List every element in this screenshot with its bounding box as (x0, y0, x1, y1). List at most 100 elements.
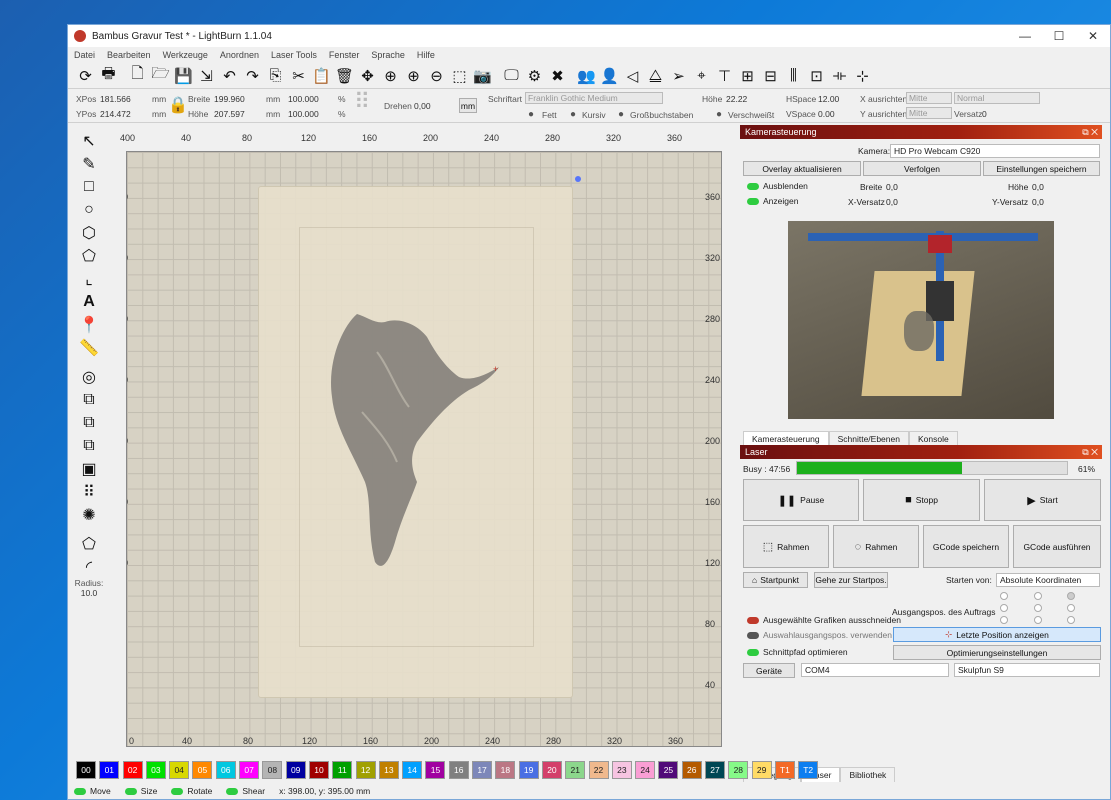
use-selection-origin-toggle[interactable] (747, 632, 759, 640)
origin-radio[interactable] (1067, 604, 1075, 612)
move-icon[interactable]: ✥ (356, 65, 379, 87)
layer-color-19[interactable]: 19 (518, 761, 539, 779)
caps-toggle-icon[interactable]: ● (618, 109, 624, 120)
cut-icon[interactable]: ✂ (287, 65, 310, 87)
layer-color-07[interactable]: 07 (239, 761, 260, 779)
layer-color-08[interactable]: 08 (262, 761, 283, 779)
copy-icon[interactable]: ⎘ (264, 65, 287, 87)
origin-radio[interactable] (1034, 616, 1042, 624)
undo-icon[interactable]: ↶ (218, 65, 241, 87)
text-icon[interactable]: A (68, 290, 110, 313)
layer-color-17[interactable]: 17 (472, 761, 493, 779)
home-button[interactable]: ⌂ Startpunkt (743, 572, 808, 588)
layer-color-T2[interactable]: T2 (798, 761, 819, 779)
shear-toggle[interactable] (226, 787, 239, 795)
origin-radio[interactable] (1034, 592, 1042, 600)
show-toggle[interactable] (747, 198, 759, 206)
menu-edit[interactable]: Bearbeiten (107, 50, 151, 60)
layer-color-11[interactable]: 11 (332, 761, 353, 779)
devices-button[interactable]: Geräte (743, 663, 795, 678)
save-gcode-button[interactable]: GCode speichern (923, 525, 1009, 568)
hspace-value[interactable]: 12.00 (818, 94, 839, 104)
paste-icon[interactable]: 📋 (310, 65, 333, 87)
group-icon[interactable]: 👥 (575, 65, 598, 87)
origin-radio[interactable] (1034, 604, 1042, 612)
font-height-value[interactable]: 22.22 (726, 94, 747, 104)
layer-color-18[interactable]: 18 (495, 761, 516, 779)
position-pin-icon[interactable]: 📍 (68, 313, 110, 336)
polygon-icon[interactable]: ⬡ (68, 221, 110, 244)
tab-camera-control[interactable]: Kamerasteuerung (743, 431, 829, 446)
camera-select[interactable]: HD Pro Webcam C920 (890, 144, 1100, 158)
layer-color-06[interactable]: 06 (215, 761, 236, 779)
layer-color-16[interactable]: 16 (448, 761, 469, 779)
layer-color-10[interactable]: 10 (308, 761, 329, 779)
move-toggle[interactable] (74, 787, 86, 795)
menu-help[interactable]: Hilfe (417, 50, 435, 60)
new-file-icon[interactable]: 🗋 (126, 65, 149, 87)
frame-round-button[interactable]: ◌ Rahmen (833, 525, 919, 568)
rectangle-icon[interactable]: □ (68, 175, 110, 198)
dock-icon[interactable]: ⊡ (805, 65, 828, 87)
layer-color-27[interactable]: 27 (705, 761, 726, 779)
subtract-icon[interactable]: ⧉ (68, 411, 110, 434)
tab-cuts-layers[interactable]: Schnitte/Ebenen (828, 431, 909, 446)
layer-color-12[interactable]: 12 (355, 761, 376, 779)
measure-icon[interactable]: 📏 (68, 336, 110, 359)
save-settings-button[interactable]: Einstellungen speichern (983, 161, 1100, 176)
units-button[interactable]: mm (459, 98, 477, 113)
menu-laser-tools[interactable]: Laser Tools (271, 50, 317, 60)
layer-color-14[interactable]: 14 (402, 761, 423, 779)
print-icon[interactable]: 🖶 (97, 65, 120, 87)
layer-color-15[interactable]: 15 (425, 761, 446, 779)
layer-color-29[interactable]: 29 (751, 761, 772, 779)
monitor-icon[interactable]: 🖵 (500, 65, 523, 87)
ellipse-icon[interactable]: ○ (68, 198, 110, 221)
redo-icon[interactable]: ↷ (241, 65, 264, 87)
cut-selected-toggle[interactable] (747, 617, 759, 625)
move-together-icon[interactable]: ⟛ (828, 65, 851, 87)
pen-icon[interactable]: ✎ (68, 152, 110, 175)
overlay-width-value[interactable]: 0,0 (886, 182, 898, 192)
vspace-value[interactable]: 0.00 (818, 109, 835, 119)
radius-value[interactable]: 10.0 (68, 588, 110, 598)
menu-file[interactable]: Datei (74, 50, 95, 60)
origin-radio[interactable] (1000, 616, 1008, 624)
delete-icon[interactable]: 🗑 (333, 65, 356, 87)
rotate-toggle[interactable] (171, 787, 184, 795)
layer-color-02[interactable]: 02 (122, 761, 143, 779)
show-last-position-button[interactable]: ⊹ Letzte Position anzeigen (893, 627, 1101, 642)
optimization-settings-button[interactable]: Optimierungseinstellungen (893, 645, 1101, 660)
goto-origin-button[interactable]: Gehe zur Startpos. (814, 572, 888, 588)
zoom-fit-icon[interactable]: ⊕ (379, 65, 402, 87)
layer-color-05[interactable]: 05 (192, 761, 213, 779)
minimize-button[interactable]: — (1008, 29, 1042, 43)
menu-tools[interactable]: Werkzeuge (163, 50, 208, 60)
menu-language[interactable]: Sprache (371, 50, 405, 60)
x-offset-value[interactable]: 0,0 (886, 197, 898, 207)
laser-panel-close-icon[interactable]: ⧉ ✕ (1082, 445, 1098, 459)
corner-radius-icon[interactable]: ◜ (68, 555, 110, 578)
scale-height[interactable]: 100.000 (288, 109, 319, 119)
align-bottom-icon[interactable]: ⊟ (759, 65, 782, 87)
align-top-icon[interactable]: ⊤ (713, 65, 736, 87)
menu-arrange[interactable]: Anordnen (220, 50, 259, 60)
origin-radio-selected[interactable] (1067, 592, 1075, 600)
stop-button[interactable]: ■ Stopp (863, 479, 980, 521)
intersect-icon[interactable]: ⧉ (68, 434, 110, 457)
pentagon-icon[interactable]: ⬠ (68, 244, 110, 267)
tab-console[interactable]: Konsole (908, 431, 958, 446)
open-folder-icon[interactable]: 🗁 (149, 65, 172, 87)
center-icon[interactable]: ⌖ (690, 65, 713, 87)
height-value[interactable]: 207.597 (214, 109, 245, 119)
ypos-value[interactable]: 214.472 (100, 109, 131, 119)
layer-color-23[interactable]: 23 (611, 761, 632, 779)
bold-toggle-icon[interactable]: ● (528, 109, 534, 120)
scale-width[interactable]: 100.000 (288, 94, 319, 104)
overlay-height-value[interactable]: 0,0 (1032, 182, 1044, 192)
engraving-graphic[interactable]: + (127, 152, 722, 747)
panel-close-icon[interactable]: ⧉ ✕ (1082, 125, 1098, 139)
weld-toggle-icon[interactable]: ● (716, 109, 722, 120)
layer-color-22[interactable]: 22 (588, 761, 609, 779)
send-icon[interactable]: ➢ (667, 65, 690, 87)
